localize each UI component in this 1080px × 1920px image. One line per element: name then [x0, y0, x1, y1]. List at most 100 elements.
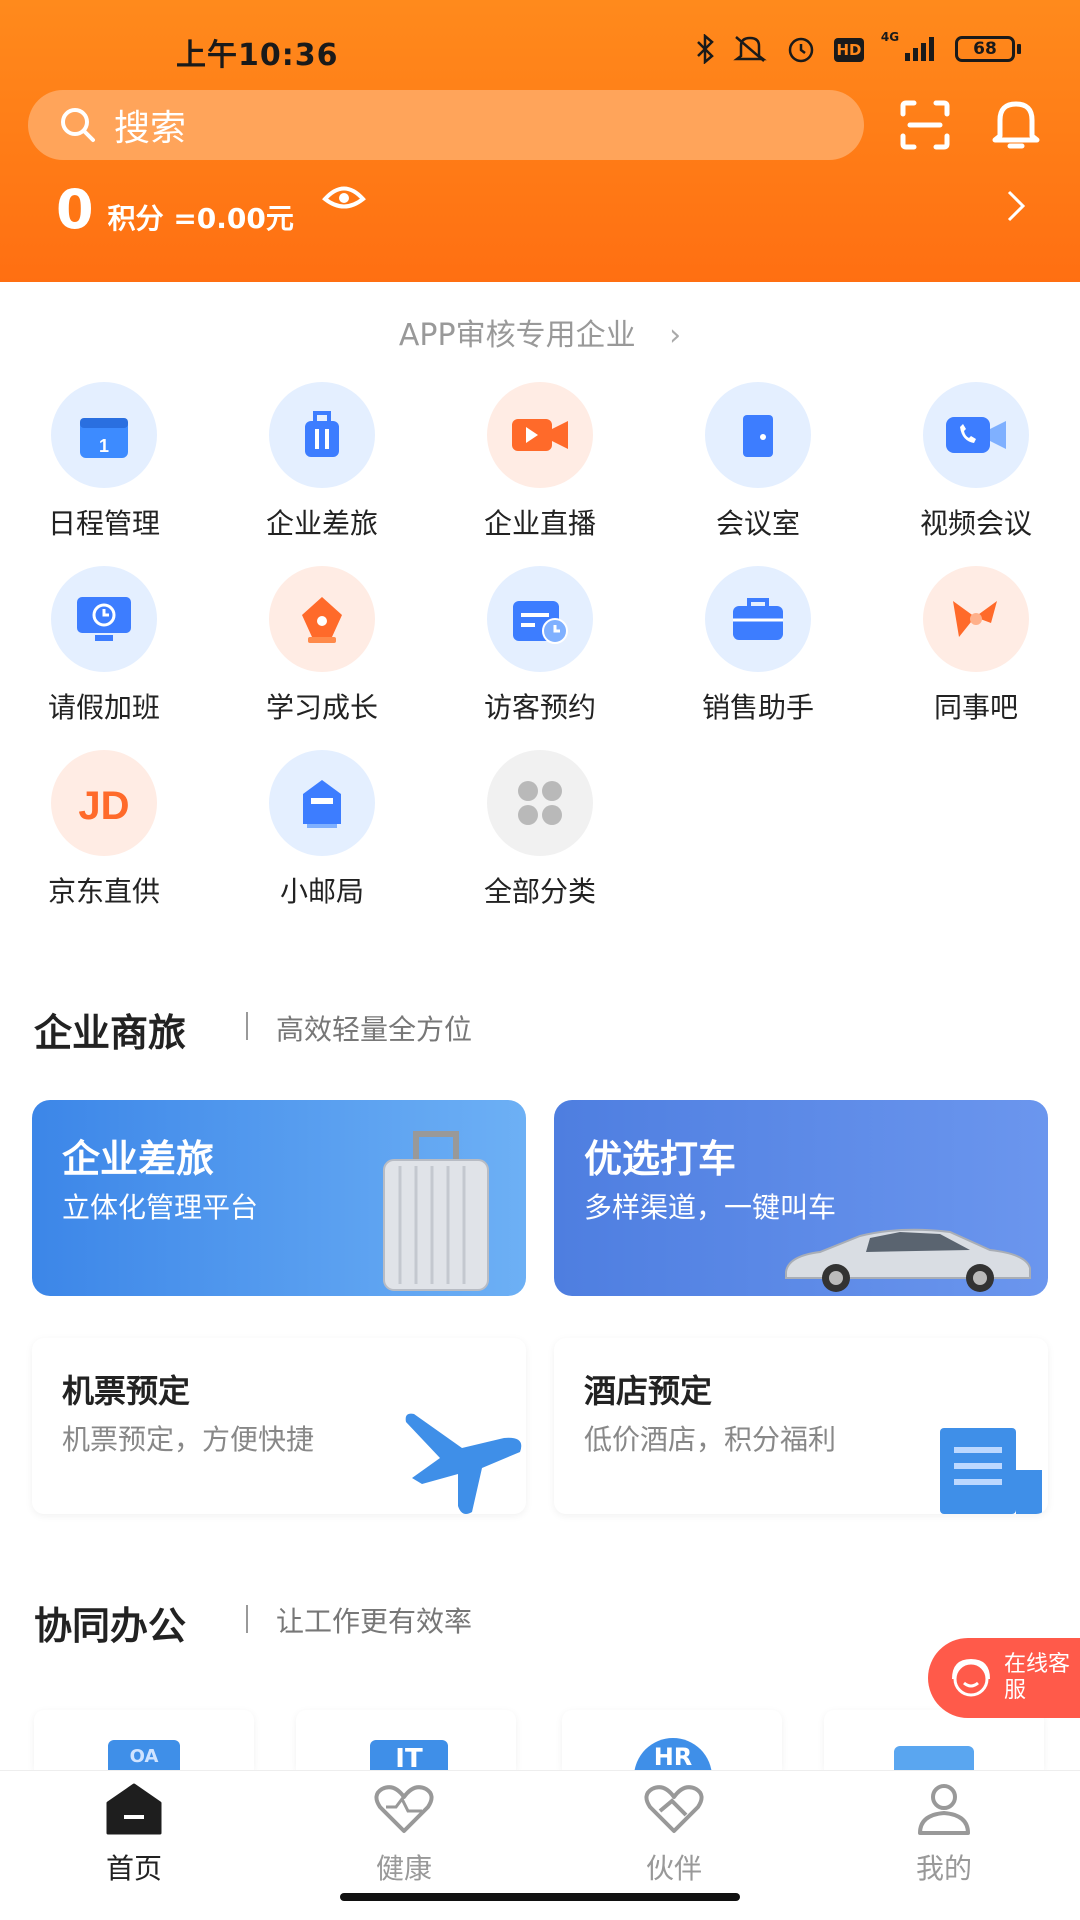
app-item-label: 学习成长: [265, 691, 378, 724]
app-item[interactable]: 学习成长: [232, 566, 412, 724]
id-card-icon: [894, 1746, 974, 1770]
nav-health[interactable]: 健康: [314, 1781, 494, 1887]
app-item[interactable]: 1 日程管理: [14, 382, 194, 540]
calendar-icon: 1: [51, 382, 157, 488]
calendar-clock-icon: [487, 566, 593, 672]
status-time: 上午10:36: [176, 38, 339, 73]
app-item[interactable]: 企业差旅: [232, 382, 412, 540]
svg-text:1: 1: [99, 436, 109, 456]
monitor-clock-icon: [51, 566, 157, 672]
svg-text:JD: JD: [78, 784, 129, 827]
app-item-label: 京东直供: [47, 875, 160, 908]
nav-health-label: 健康: [375, 1852, 432, 1885]
airplane-icon: [402, 1408, 526, 1514]
flight-card-title: 机票预定: [62, 1372, 191, 1410]
travel-card-subtitle: 立体化管理平台: [62, 1191, 259, 1224]
nav-partner[interactable]: 伙伴: [584, 1781, 764, 1887]
nav-mine[interactable]: 我的: [854, 1781, 1034, 1887]
app-item-label: 会议室: [715, 507, 800, 540]
app-item[interactable]: 同事吧: [886, 566, 1066, 724]
network-label: 4G: [880, 30, 900, 44]
battery-level: 68: [955, 36, 1015, 62]
nav-mine-label: 我的: [915, 1852, 972, 1885]
app-item-label: 同事吧: [933, 691, 1018, 724]
oa-icon: OA: [108, 1740, 180, 1770]
company-name: APP审核专用企业: [398, 318, 636, 353]
office-card-oa[interactable]: OA: [34, 1710, 254, 1770]
app-item-label: 访客预约: [483, 691, 596, 724]
travel-card-title: 企业差旅: [62, 1137, 215, 1181]
mailbox-icon: [269, 750, 375, 856]
home-indicator: [340, 1893, 740, 1901]
hotel-building-icon: [926, 1420, 1046, 1514]
company-selector[interactable]: APP审核专用企业 ›: [0, 310, 1080, 354]
bow-icon: [923, 566, 1029, 672]
chevron-right-icon[interactable]: [1004, 188, 1028, 224]
home-icon: [106, 1783, 162, 1835]
hotel-booking-card[interactable]: 酒店预定 低价酒店，积分福利: [554, 1338, 1048, 1514]
office-card-hr[interactable]: HR: [562, 1710, 782, 1770]
section-title-travel: 企业商旅: [34, 1011, 187, 1055]
app-item-label: 企业直播: [483, 507, 596, 540]
app-item[interactable]: 小邮局: [232, 750, 412, 908]
signal-icon: [900, 34, 940, 64]
app-item[interactable]: 销售助手: [668, 566, 848, 724]
grid-icon: [487, 750, 593, 856]
app-item-label: 全部分类: [483, 875, 596, 908]
suitcase-icon: [376, 1130, 496, 1296]
header: 上午10:36 HD 4G 68 搜索 0 积分 =0.00元: [0, 0, 1080, 282]
nav-home-label: 首页: [105, 1852, 162, 1885]
app-item[interactable]: 企业直播: [450, 382, 630, 540]
video-call-icon: [923, 382, 1029, 488]
jd-logo-icon: JD: [51, 750, 157, 856]
mute-icon: [732, 34, 768, 64]
car-icon: [780, 1216, 1036, 1296]
taxi-card-title: 优选打车: [584, 1137, 737, 1181]
app-item-label: 企业差旅: [265, 507, 378, 540]
travel-card[interactable]: 企业差旅 立体化管理平台: [32, 1100, 526, 1296]
app-item[interactable]: 会议室: [668, 382, 848, 540]
app-item[interactable]: 访客预约: [450, 566, 630, 724]
points-display[interactable]: 0 积分 =0.00元: [56, 178, 294, 241]
scan-icon[interactable]: [900, 100, 950, 150]
app-item[interactable]: 全部分类: [450, 750, 630, 908]
app-item[interactable]: 视频会议: [886, 382, 1066, 540]
headset-icon: [952, 1658, 990, 1697]
app-item-label: 请假加班: [47, 691, 160, 724]
hr-icon: HR: [634, 1738, 712, 1770]
online-service-label: 在线客服: [1004, 1652, 1071, 1703]
eye-icon[interactable]: [322, 184, 366, 214]
office-card-it[interactable]: IT: [296, 1710, 516, 1770]
luggage-icon: [269, 382, 375, 488]
nav-partner-label: 伙伴: [645, 1852, 702, 1885]
section-subtitle-travel: 高效轻量全方位: [276, 1013, 473, 1046]
points-value: 0: [56, 178, 94, 241]
section-title-office: 协同办公: [34, 1604, 187, 1648]
app-item[interactable]: JD 京东直供: [14, 750, 194, 908]
search-input[interactable]: 搜索: [28, 90, 864, 160]
flight-booking-card[interactable]: 机票预定 机票预定，方便快捷: [32, 1338, 526, 1514]
app-item-label: 视频会议: [919, 507, 1032, 540]
bluetooth-icon: [690, 34, 720, 64]
office-card-id[interactable]: [824, 1710, 1044, 1770]
app-item-label: 日程管理: [47, 507, 160, 540]
app-item[interactable]: 请假加班: [14, 566, 194, 724]
battery-icon: 68: [952, 34, 1024, 64]
app-item-label: 小邮局: [279, 875, 364, 908]
briefcase-icon: [705, 566, 811, 672]
section-subtitle-office: 让工作更有效率: [276, 1605, 473, 1638]
alarm-icon: [784, 34, 818, 64]
online-service-button[interactable]: 在线客服: [928, 1638, 1080, 1718]
flight-card-subtitle: 机票预定，方便快捷: [62, 1423, 315, 1456]
bell-icon[interactable]: [990, 96, 1042, 152]
video-camera-icon: [487, 382, 593, 488]
partner-icon: [644, 1785, 704, 1833]
app-item-label: 销售助手: [701, 691, 814, 724]
pen-nib-icon: [269, 566, 375, 672]
nav-home[interactable]: 首页: [44, 1781, 224, 1887]
section-divider: [246, 1012, 248, 1040]
hotel-card-subtitle: 低价酒店，积分福利: [584, 1423, 837, 1456]
taxi-card[interactable]: 优选打车 多样渠道，一键叫车: [554, 1100, 1048, 1296]
user-icon: [918, 1784, 970, 1835]
heart-icon: [374, 1785, 434, 1833]
